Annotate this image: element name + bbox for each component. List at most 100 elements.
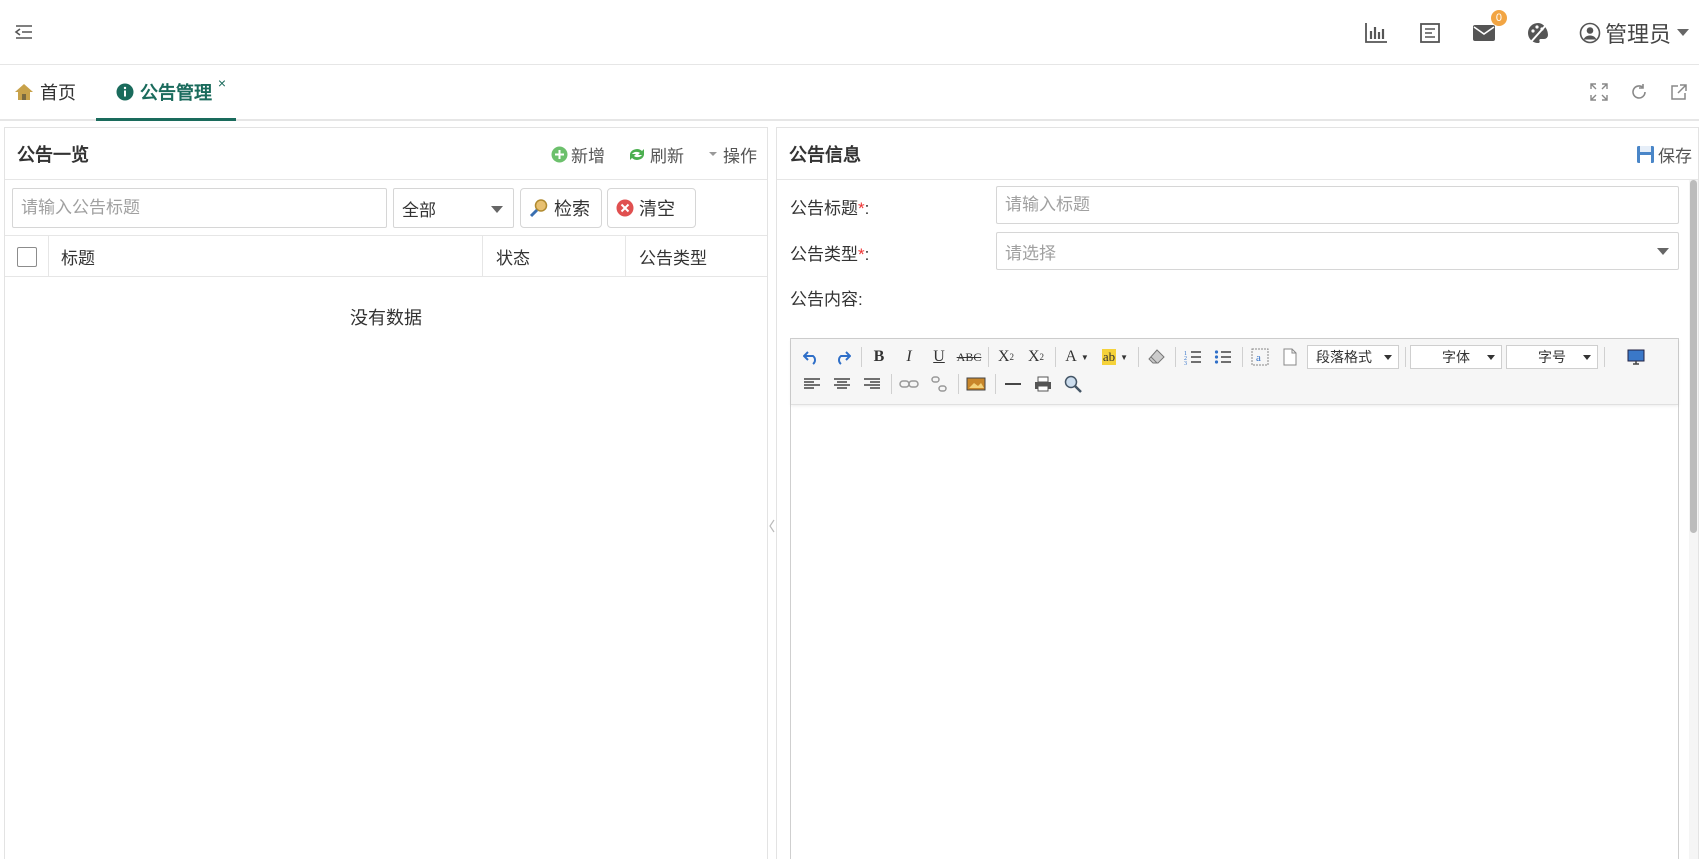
dropdown-caret-icon xyxy=(706,149,720,159)
superscript-icon[interactable]: X2 xyxy=(993,345,1019,369)
select-all-checkbox[interactable] xyxy=(16,246,37,267)
ordered-list-icon[interactable]: 123 xyxy=(1180,345,1206,369)
toolbar-separator xyxy=(1242,347,1243,367)
form-scrollbar-thumb[interactable] xyxy=(1690,180,1697,533)
notice-title-label: 公告标题*: xyxy=(790,194,869,219)
search-row: 全部 检索 清空 xyxy=(5,180,767,236)
column-title[interactable]: 标题 xyxy=(49,236,483,277)
align-left-icon[interactable] xyxy=(799,372,825,396)
notice-list-actions: 新增 刷新 操作 xyxy=(529,128,757,180)
operate-button-label: 操作 xyxy=(723,146,757,166)
unlink-icon[interactable] xyxy=(926,372,952,396)
search-button-label: 检索 xyxy=(554,199,590,219)
notice-title-label-text: 公告标题 xyxy=(790,199,858,218)
fullscreen-icon[interactable] xyxy=(1590,83,1608,101)
refresh-button-label: 刷新 xyxy=(650,146,684,166)
label-colon: : xyxy=(864,199,870,218)
notice-type-label: 公告类型*: xyxy=(790,240,869,265)
theme-palette-icon[interactable] xyxy=(1525,20,1551,46)
open-external-icon[interactable] xyxy=(1670,83,1688,101)
toolbar-separator xyxy=(1138,347,1139,367)
reload-icon[interactable] xyxy=(1630,83,1648,101)
horizontal-rule-icon[interactable] xyxy=(1000,372,1026,396)
mail-icon[interactable]: 0 xyxy=(1471,9,1507,46)
svg-text:a: a xyxy=(1256,352,1261,364)
unordered-list-icon[interactable] xyxy=(1210,345,1236,369)
paragraph-format-select[interactable]: 段落格式 xyxy=(1307,345,1399,369)
collapse-arrow-icon[interactable] xyxy=(769,519,775,538)
align-right-icon[interactable] xyxy=(859,372,885,396)
save-disk-icon xyxy=(1636,145,1655,164)
font-family-select[interactable]: 字体 xyxy=(1410,345,1502,369)
font-size-label: 字号 xyxy=(1538,349,1566,365)
top-bar: 0 管理员 xyxy=(0,0,1699,65)
toolbar-separator xyxy=(988,347,989,367)
bold-icon[interactable]: B xyxy=(866,345,892,369)
toolbar-separator xyxy=(958,374,959,394)
toolbar-separator xyxy=(1175,347,1176,367)
align-center-icon[interactable] xyxy=(829,372,855,396)
menu-toggle-icon[interactable] xyxy=(14,22,34,42)
refresh-icon xyxy=(627,146,647,163)
save-button[interactable]: 保存 xyxy=(1636,128,1692,180)
clear-circle-icon xyxy=(616,199,634,217)
tab-home[interactable]: 首页 xyxy=(14,65,76,119)
notice-info-title: 公告信息 xyxy=(789,144,861,165)
tab-bar: 首页 公告管理 × xyxy=(0,65,1699,121)
font-size-select[interactable]: 字号 xyxy=(1506,345,1598,369)
tab-notice-label: 公告管理 xyxy=(140,82,212,103)
combo-caret-icon xyxy=(1487,355,1495,360)
info-icon xyxy=(116,83,134,101)
find-replace-icon[interactable] xyxy=(1060,372,1086,396)
form-scrollbar[interactable] xyxy=(1689,180,1698,859)
operate-menu-button[interactable]: 操作 xyxy=(706,142,757,167)
highlight-color-icon[interactable]: ab ▼ xyxy=(1098,345,1132,369)
print-icon[interactable] xyxy=(1030,372,1056,396)
paragraph-format-label: 段落格式 xyxy=(1316,349,1372,365)
tab-close-icon[interactable]: × xyxy=(218,75,226,91)
column-status[interactable]: 状态 xyxy=(483,236,626,277)
bar-chart-icon[interactable] xyxy=(1363,20,1389,46)
underline-icon[interactable]: U xyxy=(926,345,952,369)
panel-splitter[interactable] xyxy=(768,127,776,859)
strikethrough-icon[interactable]: ABC xyxy=(956,345,982,369)
link-icon[interactable] xyxy=(896,372,922,396)
notice-type-select[interactable]: 请选择 xyxy=(996,232,1679,270)
status-filter-value: 全部 xyxy=(402,200,436,220)
user-name: 管理员 xyxy=(1604,21,1671,47)
combo-caret-icon xyxy=(1583,355,1591,360)
notice-list-panel: 公告一览 新增 刷新 操作 请输入公告标题 全部 检索 清空 标题 状态 公告类… xyxy=(4,127,768,859)
undo-icon[interactable] xyxy=(799,345,825,369)
notice-list-header: 公告一览 新增 刷新 操作 xyxy=(5,128,767,180)
search-button[interactable]: 检索 xyxy=(520,188,602,228)
notice-title-search-input[interactable] xyxy=(12,188,387,228)
font-color-icon[interactable]: A ▼ xyxy=(1060,345,1094,369)
eraser-icon[interactable] xyxy=(1143,345,1169,369)
add-button[interactable]: 新增 xyxy=(551,142,605,167)
italic-icon[interactable]: I xyxy=(896,345,922,369)
toolbar-separator xyxy=(1604,347,1605,367)
clear-button-label: 清空 xyxy=(639,199,675,219)
page-break-icon[interactable] xyxy=(1277,345,1303,369)
refresh-button[interactable]: 刷新 xyxy=(627,142,684,167)
notice-title-input[interactable] xyxy=(996,186,1679,224)
clear-button[interactable]: 清空 xyxy=(607,188,696,228)
rich-text-editor: B I U ABC X2 X2 A ▼ ab ▼ 123 a 段落格式 字体 字… xyxy=(790,338,1679,859)
anchor-icon[interactable]: a xyxy=(1247,345,1273,369)
tab-home-label: 首页 xyxy=(40,83,76,103)
user-menu[interactable]: 管理员 xyxy=(1579,17,1689,49)
notice-list-title: 公告一览 xyxy=(17,144,89,165)
toolbar-separator xyxy=(861,347,862,367)
tab-notice-management[interactable]: 公告管理 × xyxy=(96,65,236,121)
user-dropdown-caret-icon xyxy=(1677,29,1689,36)
select-caret-icon xyxy=(491,206,503,213)
subscript-icon[interactable]: X2 xyxy=(1023,345,1049,369)
column-notice-type[interactable]: 公告类型 xyxy=(626,236,768,277)
editor-content-area[interactable] xyxy=(791,405,1678,859)
notice-type-label-text: 公告类型 xyxy=(790,245,858,264)
redo-icon[interactable] xyxy=(829,345,855,369)
preview-monitor-icon[interactable] xyxy=(1623,345,1649,369)
status-filter-select[interactable]: 全部 xyxy=(393,188,514,228)
insert-image-icon[interactable] xyxy=(963,372,989,396)
document-list-icon[interactable] xyxy=(1417,20,1443,46)
